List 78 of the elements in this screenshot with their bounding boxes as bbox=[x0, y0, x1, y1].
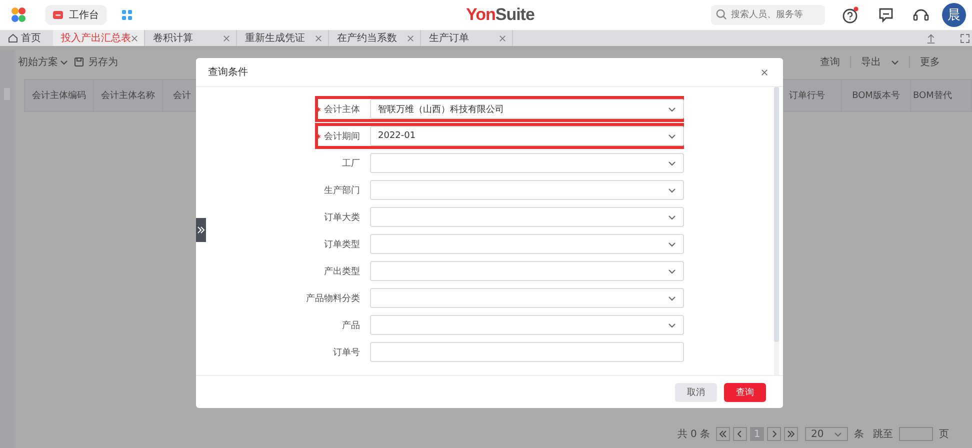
page-label: 页 bbox=[939, 428, 949, 441]
column-header: BOM版本号 bbox=[842, 80, 911, 111]
caret-icon bbox=[891, 60, 899, 64]
field-label: 订单大类 bbox=[324, 212, 360, 224]
scheme-dropdown[interactable]: 初始方案 bbox=[18, 55, 68, 69]
caret-icon bbox=[668, 268, 676, 274]
expand-handle-icon[interactable] bbox=[196, 218, 206, 242]
field-label: 产品物料分类 bbox=[306, 292, 360, 304]
field-label: 产出类型 bbox=[324, 266, 360, 278]
field-label: 会计主体 bbox=[324, 104, 360, 116]
caret-icon bbox=[668, 106, 676, 112]
app-logo-icon[interactable] bbox=[10, 7, 28, 23]
select-field[interactable] bbox=[370, 153, 684, 173]
total-count: 共 0 条 bbox=[677, 428, 710, 441]
select-field[interactable] bbox=[370, 234, 684, 254]
dialog-title: 查询条件 bbox=[208, 66, 248, 79]
home-icon bbox=[8, 33, 18, 43]
field-label: 生产部门 bbox=[324, 184, 360, 196]
query-button[interactable]: 查询 bbox=[724, 382, 766, 402]
next-page-icon[interactable] bbox=[767, 427, 781, 441]
close-icon[interactable] bbox=[131, 34, 138, 42]
caret-icon bbox=[668, 214, 676, 220]
save-icon[interactable] bbox=[74, 57, 84, 67]
column-header: 会计主体编码 bbox=[25, 80, 94, 111]
brand-logo: YonSuite bbox=[466, 5, 534, 25]
close-icon[interactable] bbox=[315, 34, 322, 42]
upload-icon[interactable] bbox=[926, 32, 936, 44]
scrollbar-thumb[interactable] bbox=[774, 87, 779, 342]
unit-label: 条 bbox=[854, 428, 864, 441]
first-page-icon[interactable] bbox=[716, 427, 730, 441]
previous-page-icon[interactable] bbox=[733, 427, 747, 441]
caret-icon bbox=[668, 160, 676, 166]
page-size-select[interactable]: 20 bbox=[805, 427, 848, 441]
save-as-button[interactable]: 另存为 bbox=[88, 55, 118, 69]
select-field[interactable] bbox=[370, 180, 684, 200]
field-label: 产品 bbox=[342, 320, 360, 332]
close-icon[interactable] bbox=[499, 34, 506, 42]
column-header: 会计主体名称 bbox=[94, 80, 163, 111]
select-field[interactable] bbox=[370, 207, 684, 227]
search-field[interactable]: 搜索人员、服务等 bbox=[711, 5, 825, 25]
caret-icon bbox=[668, 322, 676, 328]
export-dropdown[interactable]: 导出 bbox=[851, 55, 909, 69]
close-icon[interactable] bbox=[761, 68, 768, 76]
field-label: 工厂 bbox=[342, 158, 360, 170]
select-field[interactable]: 2022-01 bbox=[370, 126, 684, 146]
page-tab[interactable]: 投入产出汇总表 bbox=[53, 30, 145, 46]
page-jump-field[interactable] bbox=[899, 427, 933, 441]
column-header: BOM替代 bbox=[912, 90, 953, 103]
close-icon[interactable] bbox=[407, 34, 414, 42]
monitor-icon bbox=[53, 11, 63, 19]
toolbar-button[interactable]: 更多 bbox=[910, 55, 950, 69]
field-label: 订单号 bbox=[333, 346, 360, 358]
field-label: 订单类型 bbox=[324, 238, 360, 250]
input-field[interactable] bbox=[370, 342, 684, 362]
workbench-button[interactable]: 工作台 bbox=[45, 5, 107, 25]
page-tab[interactable]: 首页 bbox=[0, 30, 53, 46]
fullscreen-icon[interactable] bbox=[960, 32, 970, 44]
select-field[interactable]: 智联万维（山西）科技有限公司 bbox=[370, 99, 684, 119]
apps-grid-icon[interactable] bbox=[122, 10, 132, 20]
select-field[interactable] bbox=[370, 288, 684, 308]
toolbar-button[interactable]: 查询 bbox=[810, 55, 850, 69]
goto-label: 跳至 bbox=[873, 428, 893, 441]
search-icon bbox=[716, 9, 727, 20]
caret-icon bbox=[668, 188, 676, 192]
caret-icon bbox=[834, 432, 842, 436]
select-field[interactable] bbox=[370, 261, 684, 281]
message-icon[interactable] bbox=[877, 6, 895, 24]
field-label: 会计期间 bbox=[324, 130, 360, 142]
select-field[interactable] bbox=[370, 315, 684, 335]
user-avatar[interactable]: 晨 bbox=[942, 3, 966, 27]
caret-icon bbox=[668, 134, 676, 138]
caret-icon bbox=[668, 296, 676, 300]
caret-icon bbox=[60, 60, 68, 64]
caret-icon bbox=[668, 242, 676, 246]
help-icon[interactable] bbox=[842, 6, 860, 24]
close-icon[interactable] bbox=[223, 34, 230, 42]
cancel-button[interactable]: 取消 bbox=[675, 382, 717, 402]
last-page-icon[interactable] bbox=[784, 427, 798, 441]
